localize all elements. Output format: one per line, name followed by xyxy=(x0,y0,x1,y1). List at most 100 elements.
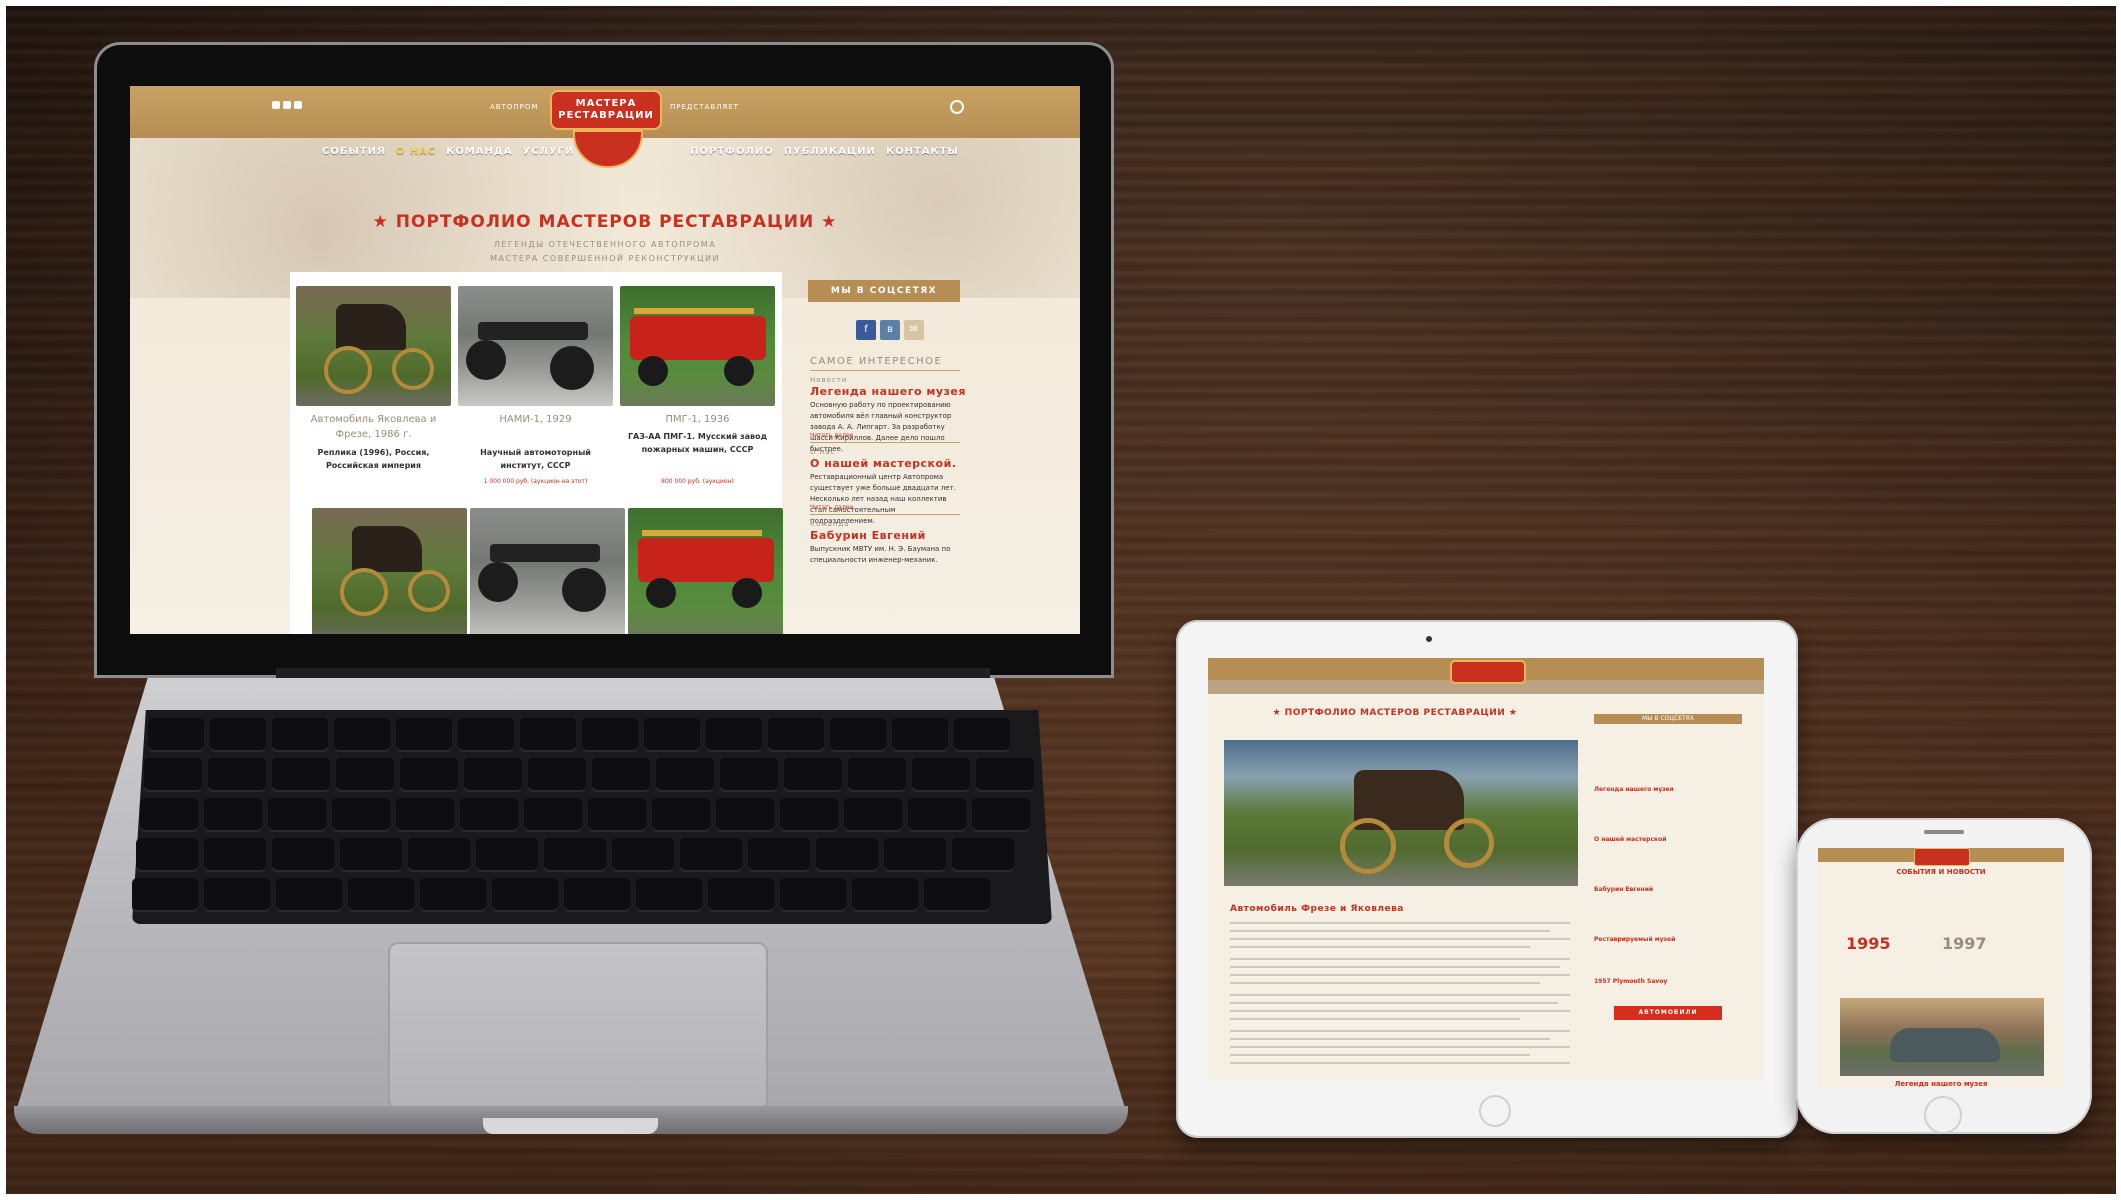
keyboard-key[interactable] xyxy=(592,758,650,792)
keyboard-key[interactable] xyxy=(852,878,918,912)
keyboard-key[interactable] xyxy=(340,838,402,872)
sidebar-item-title[interactable]: Легенда нашего музея xyxy=(810,385,966,398)
keyboard-key[interactable] xyxy=(708,878,774,912)
keyboard-key[interactable] xyxy=(140,798,198,832)
keyboard-key[interactable] xyxy=(720,758,778,792)
keyboard-key[interactable] xyxy=(908,798,966,832)
keyboard-key[interactable] xyxy=(952,838,1014,872)
tablet-home-button[interactable] xyxy=(1479,1095,1511,1127)
keyboard-key[interactable] xyxy=(136,838,198,872)
nav-item-about[interactable]: О НАС xyxy=(396,146,436,157)
keyboard-key[interactable] xyxy=(408,838,470,872)
keyboard-key[interactable] xyxy=(780,878,846,912)
keyboard-key[interactable] xyxy=(748,838,810,872)
keyboard-key[interactable] xyxy=(912,758,970,792)
carriage-photo[interactable] xyxy=(296,286,451,406)
keyboard-key[interactable] xyxy=(272,838,334,872)
keyboard-key[interactable] xyxy=(132,878,198,912)
keyboard-key[interactable] xyxy=(544,838,606,872)
keyboard-key[interactable] xyxy=(844,798,902,832)
header-social-icons[interactable] xyxy=(272,101,302,109)
card-title[interactable]: ПМГ-1, 1936 xyxy=(620,412,775,427)
email-icon[interactable]: ✉ xyxy=(904,320,924,340)
tablet-logo[interactable] xyxy=(1450,660,1526,684)
keyboard-key[interactable] xyxy=(830,718,886,752)
keyboard-key[interactable] xyxy=(336,758,394,792)
keyboard-key[interactable] xyxy=(972,798,1030,832)
keyboard-key[interactable] xyxy=(716,798,774,832)
site-logo[interactable]: МАСТЕРА РЕСТАВРАЦИИ xyxy=(550,90,662,130)
fire-truck-photo-2[interactable] xyxy=(628,508,783,634)
keyboard-key[interactable] xyxy=(348,878,414,912)
tablet-side-link[interactable]: О нашей мастерской xyxy=(1594,836,1666,843)
phone-car-photo[interactable] xyxy=(1840,998,2044,1076)
keyboard-key[interactable] xyxy=(208,758,266,792)
keyboard-key[interactable] xyxy=(458,718,514,752)
keyboard-key[interactable] xyxy=(656,758,714,792)
keyboard-key[interactable] xyxy=(644,718,700,752)
keyboard-key[interactable] xyxy=(400,758,458,792)
keyboard-key[interactable] xyxy=(768,718,824,752)
keyboard-key[interactable] xyxy=(276,878,342,912)
keyboard-key[interactable] xyxy=(784,758,842,792)
vk-icon[interactable]: в xyxy=(880,320,900,340)
card-title[interactable]: Автомобиль Яковлева и Фрезе, 1986 г. xyxy=(296,412,451,442)
keyboard-key[interactable] xyxy=(564,878,630,912)
nav-item-publications[interactable]: ПУБЛИКАЦИИ xyxy=(784,146,876,157)
keyboard-key[interactable] xyxy=(528,758,586,792)
keyboard-key[interactable] xyxy=(332,798,390,832)
tablet-side-link[interactable]: 1957 Plymouth Savoy xyxy=(1594,978,1667,985)
tablet-hero-photo[interactable] xyxy=(1224,740,1578,886)
keyboard-key[interactable] xyxy=(148,718,204,752)
keyboard-key[interactable] xyxy=(582,718,638,752)
phone-logo[interactable] xyxy=(1914,848,1970,866)
keyboard-key[interactable] xyxy=(204,798,262,832)
keyboard-key[interactable] xyxy=(204,878,270,912)
nav-item-events[interactable]: СОБЫТИЯ xyxy=(322,146,386,157)
tablet-social-button[interactable]: МЫ В СОЦСЕТЯХ xyxy=(1594,714,1742,724)
keyboard-key[interactable] xyxy=(272,718,328,752)
keyboard-key[interactable] xyxy=(706,718,762,752)
keyboard-key[interactable] xyxy=(780,798,838,832)
keyboard-key[interactable] xyxy=(334,718,390,752)
keyboard-key[interactable] xyxy=(612,838,674,872)
phone-bottom-link[interactable]: Легенда нашего музея xyxy=(1818,1080,2064,1088)
phone-home-button[interactable] xyxy=(1924,1096,1962,1134)
keyboard-key[interactable] xyxy=(816,838,878,872)
timeline-year[interactable]: 1997 xyxy=(1942,934,1987,953)
fire-truck-photo[interactable] xyxy=(620,286,775,406)
keyboard-key[interactable] xyxy=(272,758,330,792)
keyboard-key[interactable] xyxy=(464,758,522,792)
keyboard-key[interactable] xyxy=(884,838,946,872)
nav-item-services[interactable]: УСЛУГИ xyxy=(523,146,575,157)
keyboard-key[interactable] xyxy=(492,878,558,912)
keyboard-key[interactable] xyxy=(420,878,486,912)
timeline-year[interactable]: 1995 xyxy=(1846,934,1891,953)
keyboard-key[interactable] xyxy=(680,838,742,872)
keyboard-key[interactable] xyxy=(954,718,1010,752)
keyboard-key[interactable] xyxy=(204,838,266,872)
carriage-photo-2[interactable] xyxy=(312,508,467,634)
chassis-photo-2[interactable] xyxy=(470,508,625,634)
keyboard-key[interactable] xyxy=(636,878,702,912)
nav-item-team[interactable]: КОМАНДА xyxy=(446,146,512,157)
nav-item-portfolio[interactable]: ПОРТФОЛИО xyxy=(690,146,774,157)
keyboard-key[interactable] xyxy=(976,758,1034,792)
keyboard-key[interactable] xyxy=(924,878,990,912)
keyboard-key[interactable] xyxy=(396,798,454,832)
nav-item-contacts[interactable]: КОНТАКТЫ xyxy=(886,146,959,157)
keyboard-key[interactable] xyxy=(268,798,326,832)
tablet-side-link[interactable]: Реставрируемый музей xyxy=(1594,936,1675,943)
keyboard-key[interactable] xyxy=(524,798,582,832)
keyboard-key[interactable] xyxy=(520,718,576,752)
tablet-side-link[interactable]: Легенда нашего музея xyxy=(1594,786,1674,793)
keyboard-key[interactable] xyxy=(848,758,906,792)
sidebar-item-title[interactable]: Бабурин Евгений xyxy=(810,529,926,542)
keyboard-key[interactable] xyxy=(476,838,538,872)
search-icon[interactable] xyxy=(950,100,964,114)
facebook-icon[interactable]: f xyxy=(856,320,876,340)
tablet-side-link[interactable]: Бабурин Евгений xyxy=(1594,886,1653,893)
keyboard-key[interactable] xyxy=(652,798,710,832)
social-networks-button[interactable]: МЫ В СОЦСЕТЯХ xyxy=(808,280,960,302)
chassis-photo[interactable] xyxy=(458,286,613,406)
